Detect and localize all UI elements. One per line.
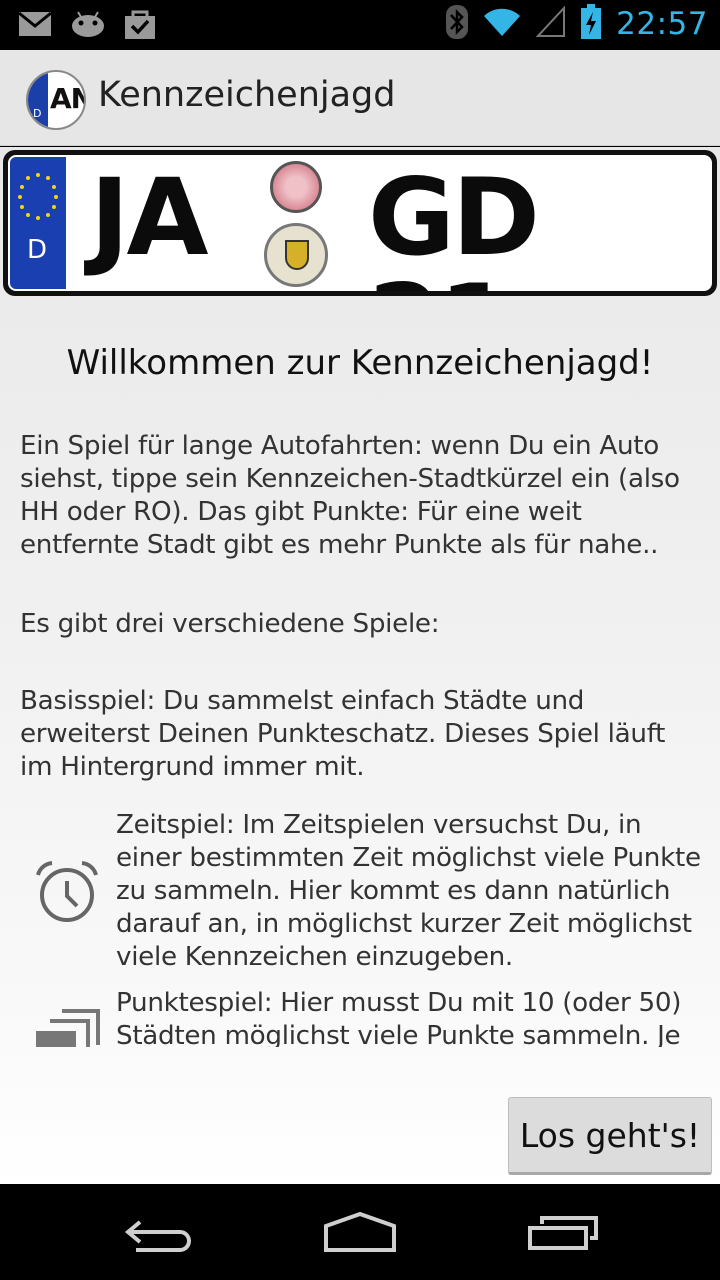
bluetooth-icon [446,5,469,43]
navigation-bar [0,1184,720,1280]
intro-text: Ein Spiel für lange Autofahrten: wenn Du… [20,431,680,560]
plate-right-text: GD 21 [368,156,540,292]
wifi-icon [482,6,522,42]
state-seal-icon [264,223,328,287]
games-intro-text: Es gibt drei verschiedene Spiele: [20,609,440,639]
status-clock: 22:57 [616,6,708,42]
mail-icon [18,11,52,41]
shopping-bag-check-icon [124,8,156,44]
basic-game-text: Basisspiel: Du sammelst einfach Städte u… [20,686,666,782]
stacked-bars-icon [34,1007,100,1047]
status-bar: 22:57 [0,0,720,50]
time-game-item: Zeitspiel: Im Zeitspielen versuchst Du, … [0,809,720,979]
points-game-text: Punktespiel: Hier musst Du mit 10 (oder … [116,988,682,1047]
start-game-button[interactable]: Los geht's! [508,1097,712,1175]
app-logo-icon: D AN [26,70,86,130]
recent-apps-icon[interactable] [524,1208,604,1256]
plate-left-text: JA [90,156,208,279]
points-game-item: Punktespiel: Hier musst Du mit 10 (oder … [0,987,720,1047]
android-icon [70,10,106,42]
license-plate-image: D JA GD 21 [3,150,717,296]
back-icon[interactable] [120,1208,200,1256]
alarm-clock-icon [34,859,100,929]
main-content[interactable]: D JA GD 21 Willkommen zur Kennzeichenjag… [0,147,720,1184]
signal-icon [535,5,566,42]
app-title: Kennzeichenjagd [98,75,396,115]
inspection-seal-icon [270,161,322,213]
battery-charging-icon [580,4,602,44]
action-bar: D AN Kennzeichenjagd [0,50,720,146]
time-game-text: Zeitspiel: Im Zeitspielen versuchst Du, … [116,810,701,972]
eu-stars-icon: D [10,157,66,289]
plate-country: D [27,235,48,265]
welcome-heading: Willkommen zur Kennzeichenjagd! [66,343,654,383]
home-icon[interactable] [320,1208,400,1256]
